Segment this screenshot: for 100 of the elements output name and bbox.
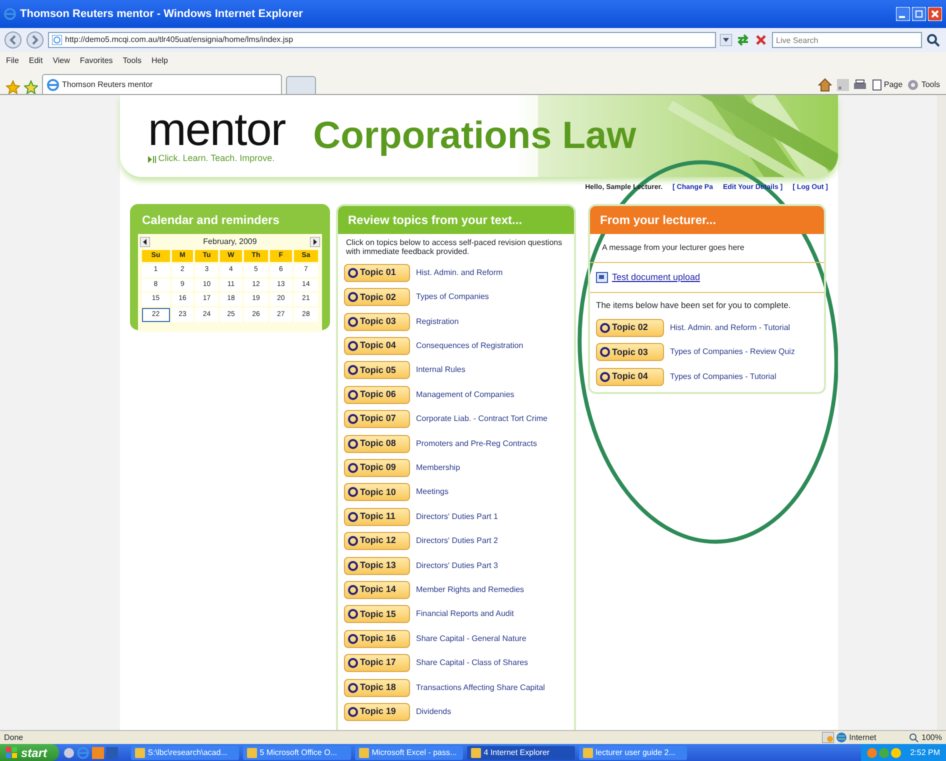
topic-link[interactable]: Management of Companies: [416, 388, 514, 401]
topic-link[interactable]: Membership: [416, 462, 460, 474]
topic-link[interactable]: Member Rights and Remedies: [416, 584, 524, 596]
window-title: Thomson Reuters mentor - Windows Internet Explorer: [20, 6, 303, 22]
taskbar-button[interactable]: 5 Microsoft Office O...: [242, 746, 351, 760]
topic-link[interactable]: Internal Rules: [416, 364, 466, 376]
clock-text: 2:52 PM: [910, 746, 940, 758]
topic-button[interactable]: Topic 03: [596, 343, 664, 362]
topic-link[interactable]: Directors' Duties Part 3: [416, 560, 498, 572]
search-field[interactable]: Live Search: [772, 32, 922, 48]
app-icon: [470, 748, 481, 758]
page-icon: [872, 78, 882, 91]
topic-link[interactable]: Types of Companies: [416, 291, 489, 304]
menu-item[interactable]: Favorites: [80, 55, 113, 67]
dropdown-icon[interactable]: [720, 34, 732, 46]
app-icon: [134, 748, 145, 758]
topic-button[interactable]: Topic 10: [344, 483, 410, 502]
topic-button[interactable]: Topic 01: [344, 264, 410, 282]
print-icon[interactable]: [853, 78, 868, 91]
topic-button[interactable]: Topic 07: [344, 410, 410, 428]
topic-button[interactable]: Topic 02: [344, 288, 410, 306]
topic-link[interactable]: Share Capital - Class of Shares: [416, 657, 528, 670]
document-link[interactable]: Test document upload: [612, 270, 700, 284]
quick-launch-icon[interactable]: [63, 746, 76, 758]
topic-link[interactable]: Meetings: [416, 486, 448, 498]
tools-menu[interactable]: Tools: [907, 78, 940, 91]
zone-text: Internet: [849, 732, 876, 744]
topic-button[interactable]: Topic 04: [344, 337, 410, 356]
topic-link[interactable]: Hist. Admin. and Reform - Tutorial: [670, 322, 790, 334]
next-month-button[interactable]: [310, 236, 320, 246]
taskbar-button[interactable]: S:\lbc\research\acad...: [130, 746, 239, 760]
menu-item[interactable]: View: [52, 55, 70, 67]
ie-icon: [47, 78, 59, 90]
topic-button[interactable]: Topic 06: [344, 386, 410, 404]
topic-button[interactable]: Topic 18: [344, 678, 410, 697]
zoom-control[interactable]: 100%: [909, 732, 942, 744]
topic-link[interactable]: Transactions Affecting Share Capital: [416, 682, 545, 694]
feeds-icon[interactable]: [836, 78, 849, 91]
address-field[interactable]: http://demo5.mcqi.com.au/tlr405uat/ensignia/home/lms/index.jsp: [48, 32, 716, 48]
topic-button[interactable]: Topic 15: [344, 605, 410, 624]
topic-button[interactable]: Topic 12: [344, 532, 410, 550]
taskbar-button[interactable]: lecturer user guide 2...: [578, 746, 687, 760]
topic-link[interactable]: Share Capital - General Nature: [416, 632, 526, 645]
topic-button[interactable]: Topic 19: [344, 702, 410, 721]
restore-button[interactable]: [912, 7, 926, 21]
home-icon[interactable]: [818, 78, 832, 92]
minimize-button[interactable]: [896, 7, 910, 21]
topic-button[interactable]: Topic 05: [344, 361, 410, 380]
gear-icon: [907, 78, 920, 91]
instruction-text: The items below have been set for you to complete.: [595, 299, 792, 312]
topic-button[interactable]: Topic 16: [344, 630, 410, 648]
app-icon: [582, 748, 593, 758]
document-icon: [596, 272, 608, 283]
search-button[interactable]: [926, 33, 942, 47]
topic-button[interactable]: Topic 09: [344, 459, 410, 477]
topic-link[interactable]: Types of Companies - Review Quiz: [670, 346, 795, 358]
topic-button[interactable]: Topic 13: [344, 556, 410, 575]
topic-button[interactable]: Topic 17: [344, 654, 410, 672]
topic-link[interactable]: Hist. Admin. and Reform: [416, 266, 503, 279]
topic-button[interactable]: Topic 04: [596, 368, 664, 386]
stop-button[interactable]: [754, 33, 768, 47]
windows-logo-icon: [6, 746, 18, 758]
taskbar-button[interactable]: Microsoft Excel - pass...: [354, 746, 463, 760]
quick-launch-icon[interactable]: [92, 746, 104, 758]
prev-month-button[interactable]: [140, 236, 150, 246]
menu-item[interactable]: Help: [151, 55, 168, 67]
menu-item[interactable]: Edit: [28, 55, 43, 67]
forward-button[interactable]: [26, 31, 44, 49]
topic-button[interactable]: Topic 02: [596, 318, 664, 337]
favorites-star-icon[interactable]: [6, 80, 20, 94]
course-title: Corporations Law: [313, 114, 636, 158]
topic-link[interactable]: Dividends: [416, 706, 452, 718]
month-label: February, 2009: [203, 236, 257, 248]
intro-text: Click on topics below to access self-paced revision questions with immediate feedback provided.: [345, 236, 564, 258]
topic-link[interactable]: Directors' Duties Part 2: [416, 535, 498, 548]
topic-button[interactable]: Topic 11: [344, 508, 410, 526]
tagline: Click. Learn. Teach. Improve.: [158, 152, 275, 166]
menu-item[interactable]: File: [6, 55, 19, 67]
topic-link[interactable]: Registration: [416, 316, 459, 328]
scrollbar[interactable]: [937, 95, 946, 730]
taskbar-button[interactable]: 4 Internet Explorer: [466, 746, 575, 760]
topic-link[interactable]: Promoters and Pre-Reg Contracts: [416, 438, 537, 450]
add-favorite-icon[interactable]: [24, 80, 38, 94]
back-button[interactable]: [4, 31, 22, 49]
topic-link[interactable]: Directors' Duties Part 1: [416, 510, 498, 523]
topic-button[interactable]: Topic 14: [344, 580, 410, 599]
page-menu[interactable]: Page: [872, 78, 903, 91]
protected-mode-icon: [822, 732, 834, 743]
topic-link[interactable]: Financial Reports and Audit: [416, 608, 514, 620]
topic-button[interactable]: Topic 08: [344, 434, 410, 453]
status-text: Done: [4, 732, 24, 744]
topic-link[interactable]: Corporate Liab. - Contract Tort Crime: [416, 413, 548, 426]
refresh-button[interactable]: [736, 33, 750, 47]
play-pause-icon: [148, 156, 156, 162]
browser-tab[interactable]: Thomson Reuters mentor: [42, 74, 282, 94]
topic-button[interactable]: Topic 03: [344, 312, 410, 331]
topic-link[interactable]: Types of Companies - Tutorial: [670, 370, 776, 383]
topic-link[interactable]: Consequences of Registration: [416, 340, 524, 352]
close-button[interactable]: [928, 7, 942, 21]
menu-item[interactable]: Tools: [122, 55, 142, 67]
